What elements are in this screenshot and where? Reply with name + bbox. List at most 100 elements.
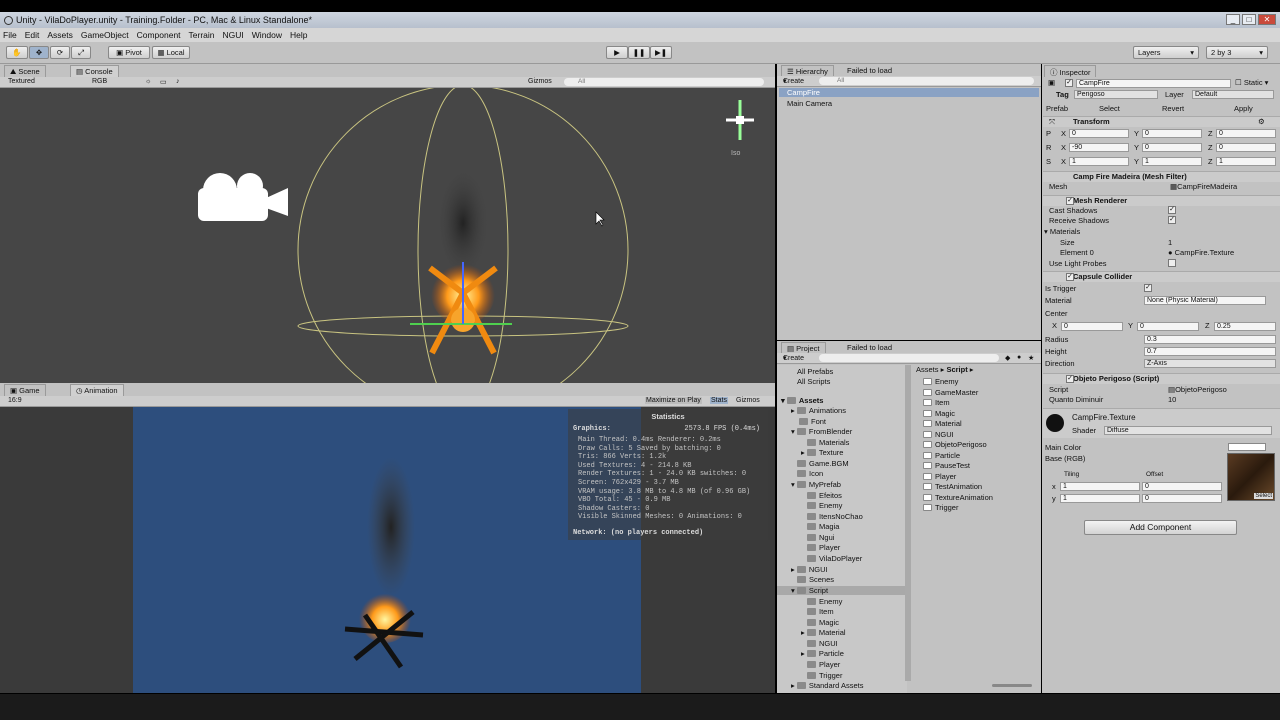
image-toggle-icon[interactable]: ▭	[160, 78, 167, 86]
mesh-renderer-header[interactable]: Mesh Renderer	[1043, 195, 1280, 206]
tree-assets-root[interactable]: ▾ Assets	[781, 396, 823, 405]
tree-folder[interactable]: ItensNoChao	[807, 512, 863, 521]
tree-folder[interactable]: Ngui	[807, 533, 834, 542]
position-z-field[interactable]: 0	[1216, 129, 1276, 138]
maximize-on-play-toggle[interactable]: Maximize on Play	[645, 397, 702, 404]
scene-gizmos-dropdown[interactable]: Gizmos	[528, 78, 552, 85]
texture-thumbnail[interactable]: Select	[1227, 453, 1275, 501]
script-file[interactable]: Item	[923, 398, 950, 407]
script-file[interactable]: Magic	[923, 409, 955, 418]
scale-z-field[interactable]: 1	[1216, 157, 1276, 166]
filter-label-icon[interactable]: ●	[1017, 354, 1021, 361]
layers-dropdown[interactable]: Layers ▾	[1133, 46, 1199, 59]
scale-tool-icon[interactable]: ⤢	[71, 46, 91, 59]
tree-folder[interactable]: Game.BGM	[797, 459, 849, 468]
filter-type-icon[interactable]: ◆	[1005, 354, 1010, 362]
tab-inspector[interactable]: ⓘ Inspector	[1044, 65, 1097, 77]
collider-enabled-checkbox[interactable]: ✓	[1066, 273, 1074, 281]
icon-size-slider[interactable]	[992, 684, 1032, 687]
tree-folder[interactable]: ▸ Texture	[801, 448, 843, 457]
step-button[interactable]: ▶❚	[650, 46, 672, 59]
script-file[interactable]: ObjetoPerigoso	[923, 440, 987, 449]
quanto-diminuir-field[interactable]: 10	[1168, 395, 1176, 404]
tree-folder[interactable]: ▸ Animations	[791, 406, 846, 415]
rotation-x-field[interactable]: -90	[1069, 143, 1129, 152]
project-create-dropdown[interactable]: Create ▾	[783, 354, 804, 362]
projection-label[interactable]: Iso	[731, 150, 740, 157]
aspect-dropdown[interactable]: 16:9	[8, 397, 22, 404]
receive-shadows-checkbox[interactable]: ✓	[1168, 216, 1176, 224]
hierarchy-item-campfire[interactable]: CampFire	[779, 88, 1039, 97]
physic-material-field[interactable]: None (Physic Material)	[1144, 296, 1266, 305]
component-settings-gear-icon[interactable]: ⚙	[1258, 117, 1265, 126]
prefab-revert-button[interactable]: Revert	[1162, 104, 1184, 113]
tree-folder[interactable]: Trigger	[807, 671, 842, 680]
favorite-all-scripts[interactable]: All Scripts	[797, 377, 830, 386]
project-search-input[interactable]	[819, 354, 999, 362]
tree-folder[interactable]: Player	[807, 660, 840, 669]
materials-size-field[interactable]: 1	[1168, 238, 1172, 247]
script-file[interactable]: Trigger	[923, 503, 958, 512]
script-file[interactable]: Particle	[923, 451, 960, 460]
center-y-field[interactable]: 0	[1137, 322, 1199, 331]
menu-terrain[interactable]: Terrain	[189, 30, 215, 40]
menu-ngui[interactable]: NGUI	[223, 30, 244, 40]
tag-dropdown[interactable]: Perigoso	[1074, 90, 1158, 99]
tiling-y-field[interactable]: 1	[1060, 494, 1140, 503]
texture-select-button[interactable]: Select	[1254, 493, 1273, 499]
position-reset-icon[interactable]: P	[1046, 129, 1051, 138]
materials-foldout[interactable]: ▾ Materials	[1044, 227, 1080, 236]
script-file[interactable]: NGUI	[923, 430, 954, 439]
rotate-tool-icon[interactable]: ⟳	[50, 46, 70, 59]
scale-x-field[interactable]: 1	[1069, 157, 1129, 166]
tree-folder[interactable]: ▸ Particle	[801, 649, 844, 658]
menu-file[interactable]: File	[3, 30, 17, 40]
tiling-x-field[interactable]: 1	[1060, 482, 1140, 491]
layout-dropdown[interactable]: 2 by 3 ▾	[1206, 46, 1268, 59]
breadcrumb-script[interactable]: Script	[946, 365, 967, 374]
offset-x-field[interactable]: 0	[1142, 482, 1222, 491]
tree-folder[interactable]: Icon	[797, 469, 823, 478]
game-view[interactable]	[133, 407, 641, 693]
stats-toggle[interactable]: Stats	[710, 397, 728, 404]
maximize-button[interactable]: □	[1242, 14, 1256, 25]
direction-dropdown[interactable]: Z-Axis	[1144, 359, 1276, 368]
height-field[interactable]: 0.7	[1144, 347, 1276, 356]
local-button[interactable]: ▦ Local	[152, 46, 190, 59]
tree-folder[interactable]: ▾ MyPrefab	[791, 480, 841, 489]
tree-folder[interactable]: ▸ NGUI	[791, 565, 828, 574]
tab-scene[interactable]: ⛰ Scene	[4, 65, 46, 77]
scene-search-input[interactable]: All	[564, 78, 764, 86]
audio-toggle-icon[interactable]: ♪	[176, 78, 180, 85]
gameobject-active-checkbox[interactable]: ✓	[1065, 79, 1073, 87]
script-enabled-checkbox[interactable]: ✓	[1066, 375, 1074, 383]
mesh-filter-header[interactable]: Camp Fire Madeira (Mesh Filter)	[1043, 171, 1280, 182]
pause-button[interactable]: ❚❚	[628, 46, 650, 59]
hierarchy-search-input[interactable]: All	[819, 77, 1034, 85]
scale-y-field[interactable]: 1	[1142, 157, 1202, 166]
script-file[interactable]: Player	[923, 472, 956, 481]
gameobject-name-field[interactable]: CampFire	[1076, 79, 1231, 88]
hierarchy-item-main-camera[interactable]: Main Camera	[787, 99, 832, 108]
menu-component[interactable]: Component	[137, 30, 181, 40]
script-component-header[interactable]: Objeto Perigoso (Script)	[1043, 373, 1280, 384]
offset-y-field[interactable]: 0	[1142, 494, 1222, 503]
main-color-swatch[interactable]	[1228, 443, 1266, 451]
mesh-object-field[interactable]: ▦CampFireMadeira	[1170, 182, 1237, 191]
script-object-field[interactable]: ▤ObjetoPerigoso	[1168, 385, 1227, 394]
tree-folder[interactable]: Scenes	[797, 575, 834, 584]
favorite-all-prefabs[interactable]: All Prefabs	[797, 367, 833, 376]
tab-animation[interactable]: ◷ Animation	[70, 384, 124, 396]
lighting-toggle-icon[interactable]: ☼	[145, 78, 151, 85]
rotation-y-field[interactable]: 0	[1142, 143, 1202, 152]
render-mode-dropdown[interactable]: Textured	[8, 78, 35, 85]
script-file[interactable]: GameMaster	[923, 388, 978, 397]
transform-header[interactable]: Transform	[1043, 116, 1280, 127]
tree-folder[interactable]: Item	[807, 607, 834, 616]
position-y-field[interactable]: 0	[1142, 129, 1202, 138]
tree-folder[interactable]: VilaDoPlayer	[807, 554, 862, 563]
tree-folder[interactable]: Efeitos	[807, 491, 842, 500]
layer-dropdown[interactable]: Default	[1192, 90, 1274, 99]
rotation-z-field[interactable]: 0	[1216, 143, 1276, 152]
rgb-dropdown[interactable]: RGB	[92, 78, 107, 85]
